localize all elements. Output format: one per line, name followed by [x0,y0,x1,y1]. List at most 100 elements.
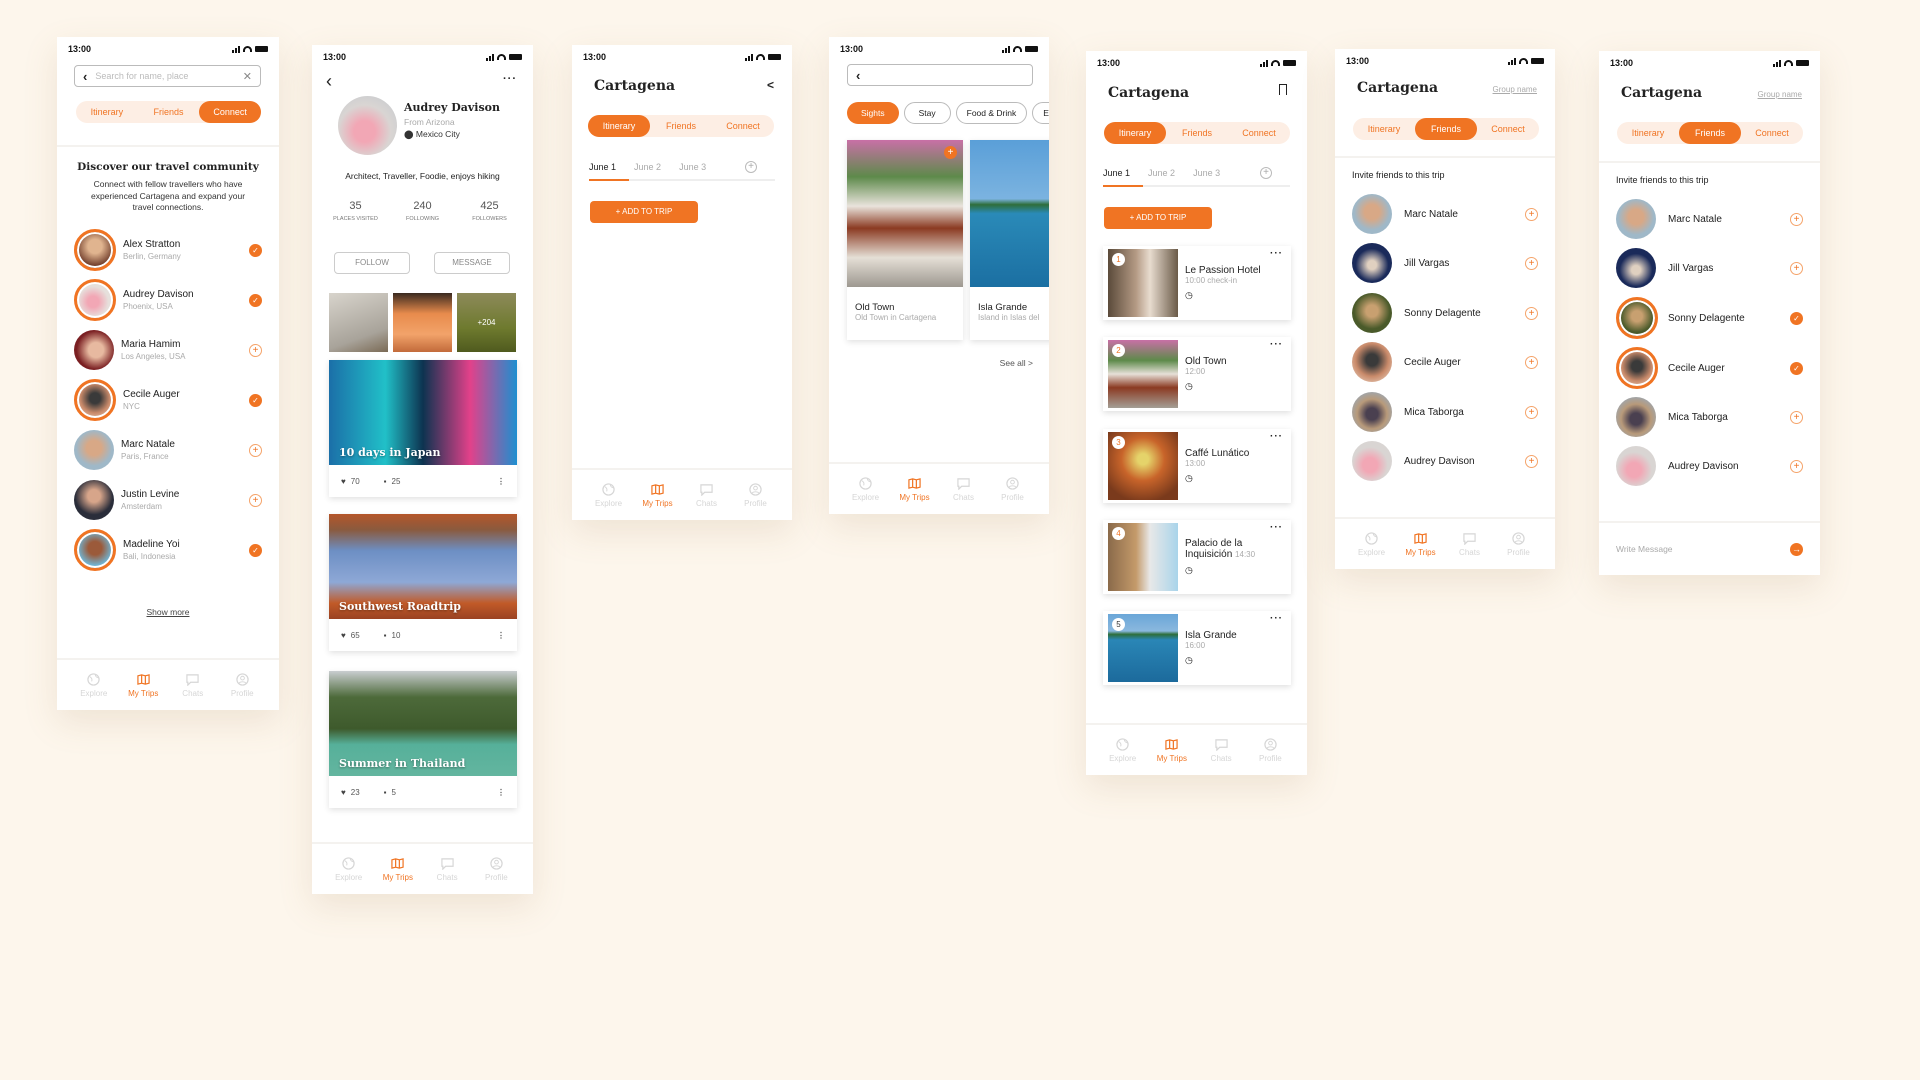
place-card[interactable]: + Old Town Old Town in Cartagena [847,140,963,340]
place-card[interactable]: Isla Grande Island in Islas del [970,140,1049,340]
friend-row[interactable]: Marc Natale + [1616,197,1803,241]
show-more-link[interactable]: Show more [57,607,279,617]
add-icon[interactable]: + [1525,207,1538,221]
check-icon[interactable]: ✓ [249,543,262,557]
more-icon[interactable]: ··· [1270,339,1283,350]
nav-profile[interactable]: Profile [474,844,519,894]
nav-profile[interactable]: Profile [1248,725,1293,775]
check-icon[interactable]: ✓ [249,293,262,307]
tab-connect[interactable]: Connect [712,115,774,137]
tab-friends[interactable]: Friends [138,101,200,123]
chip-stay[interactable]: Stay [903,102,951,124]
photo-thumb[interactable] [393,293,452,352]
stat-followers[interactable]: 425 FOLLOWERS [456,200,523,222]
check-icon[interactable]: ✓ [249,243,262,257]
person-row[interactable]: Madeline Yoi Bali, Indonesia ✓ [74,528,262,572]
photo-thumb-more[interactable]: +204 [457,293,516,352]
nav-my-trips[interactable]: My Trips [1149,725,1194,775]
tab-friends[interactable]: Friends [650,115,712,137]
date-tab[interactable]: June 2 [634,162,661,172]
add-icon[interactable]: + [1525,256,1538,270]
nav-my-trips[interactable]: My Trips [375,844,420,894]
nav-explore[interactable]: Explore [71,660,116,710]
add-date-icon[interactable]: + [745,161,757,173]
chip-food-drink[interactable]: Food & Drink [955,102,1028,124]
add-icon[interactable]: + [1790,261,1803,275]
person-row[interactable]: Justin Levine Amsterdam + [74,478,262,522]
heart-icon[interactable]: ♥ [341,477,346,486]
tab-connect[interactable]: Connect [1228,122,1290,144]
date-tab[interactable]: June 1 [1103,168,1130,178]
nav-profile[interactable]: Profile [733,470,778,520]
friend-row[interactable]: Cecile Auger + [1352,340,1538,384]
see-all-link[interactable]: See all > [1000,358,1033,368]
nav-my-trips[interactable]: My Trips [892,464,937,514]
check-icon[interactable]: ✓ [1790,311,1803,325]
photo-thumb[interactable] [329,293,388,352]
tab-connect[interactable]: Connect [1741,122,1803,144]
add-icon[interactable]: + [1525,306,1538,320]
nav-chats[interactable]: Chats [1447,519,1492,569]
clear-icon[interactable]: ✕ [243,70,252,83]
follow-button[interactable]: FOLLOW [334,252,410,274]
trip-card[interactable]: Southwest Roadtrip ♥ 65 ▪ 10 ⋮ [329,514,517,651]
nav-my-trips[interactable]: My Trips [635,470,680,520]
nav-explore[interactable]: Explore [1349,519,1394,569]
trip-card[interactable]: 10 days in Japan ♥ 70 ▪ 25 ⋮ [329,360,517,497]
comment-icon[interactable]: ▪ [384,477,387,486]
clock-icon[interactable]: ◷ [1185,565,1265,576]
nav-chats[interactable]: Chats [1199,725,1244,775]
more-icon[interactable]: ··· [1270,613,1283,624]
friend-row[interactable]: Jill Vargas + [1616,246,1803,290]
add-icon[interactable]: + [249,443,262,457]
send-icon[interactable]: → [1790,542,1803,556]
back-icon[interactable]: ‹ [83,69,87,84]
back-icon[interactable]: ‹ [326,71,332,92]
add-icon[interactable]: + [1525,454,1538,468]
friend-row[interactable]: Mica Taborga + [1616,395,1803,439]
person-row[interactable]: Cecile Auger NYC ✓ [74,378,262,422]
nav-profile[interactable]: Profile [1496,519,1541,569]
add-icon[interactable]: + [1790,212,1803,226]
friend-row[interactable]: Mica Taborga + [1352,390,1538,434]
date-tab[interactable]: June 2 [1148,168,1175,178]
nav-explore[interactable]: Explore [843,464,888,514]
tab-connect[interactable]: Connect [199,101,262,123]
more-icon[interactable]: ··· [1270,248,1283,259]
nav-explore[interactable]: Explore [1100,725,1145,775]
tab-itinerary[interactable]: Itinerary [1617,122,1679,144]
friend-row[interactable]: Cecile Auger ✓ [1616,346,1803,390]
add-to-trip-button[interactable]: + ADD TO TRIP [1104,207,1212,229]
nav-explore[interactable]: Explore [586,470,631,520]
heart-icon[interactable]: ♥ [341,788,346,797]
tab-friends[interactable]: Friends [1679,122,1741,144]
comment-icon[interactable]: ▪ [384,631,387,640]
nav-explore[interactable]: Explore [326,844,371,894]
add-icon[interactable]: + [249,343,262,357]
add-icon[interactable]: + [1790,459,1803,473]
nav-chats[interactable]: Chats [425,844,470,894]
friend-row[interactable]: Audrey Davison + [1616,444,1803,488]
itinerary-item[interactable]: 3 Caffé Lunático 13:00 ◷ ··· [1103,429,1291,503]
add-icon[interactable]: + [1790,410,1803,424]
person-row[interactable]: Maria Hamim Los Angeles, USA + [74,328,262,372]
person-row[interactable]: Marc Natale Paris, France + [74,428,262,472]
comment-icon[interactable]: ▪ [384,788,387,797]
add-to-trip-button[interactable]: + ADD TO TRIP [590,201,698,223]
person-row[interactable]: Audrey Davison Phoenix, USA ✓ [74,278,262,322]
friend-row[interactable]: Jill Vargas + [1352,241,1538,285]
check-icon[interactable]: ✓ [249,393,262,407]
add-icon[interactable]: + [1525,355,1538,369]
more-vertical-icon[interactable]: ⋮ [497,631,505,640]
heart-icon[interactable]: ♥ [341,631,346,640]
clock-icon[interactable]: ◷ [1185,655,1237,666]
add-icon[interactable]: + [1525,405,1538,419]
nav-chats[interactable]: Chats [684,470,729,520]
search-input[interactable]: ‹ Search for name, place ✕ [74,65,261,87]
more-vertical-icon[interactable]: ⋮ [497,788,505,797]
clock-icon[interactable]: ◷ [1185,290,1261,301]
add-place-icon[interactable]: + [944,146,957,159]
more-vertical-icon[interactable]: ⋮ [497,477,505,486]
check-icon[interactable]: ✓ [1790,361,1803,375]
nav-profile[interactable]: Profile [220,660,265,710]
